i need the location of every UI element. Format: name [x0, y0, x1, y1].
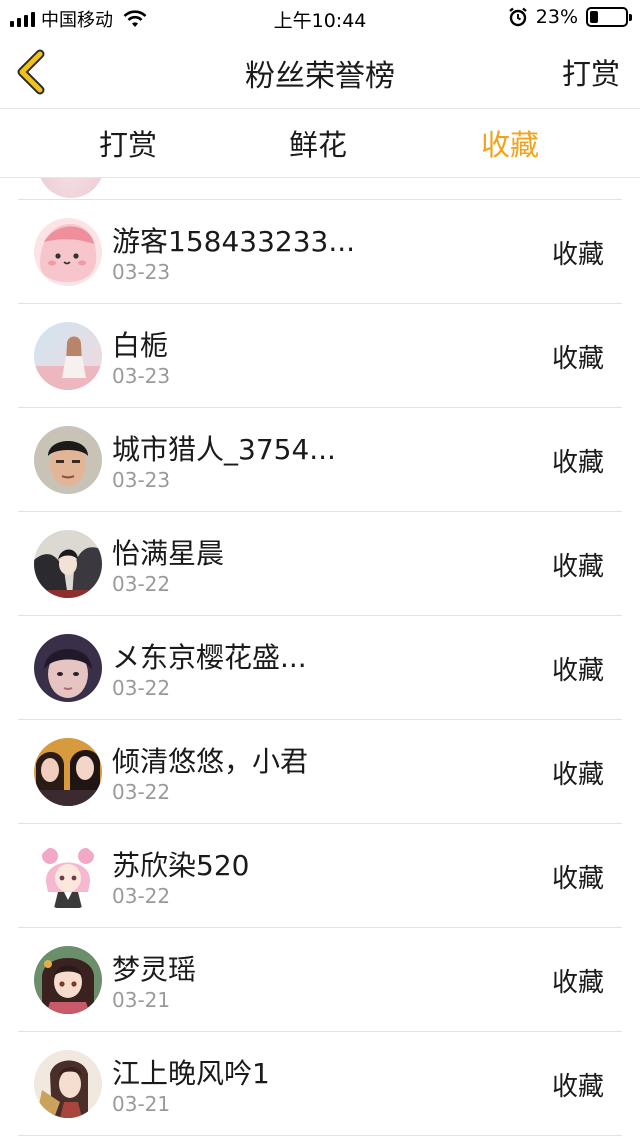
- fan-name: 苏欣染520: [112, 849, 250, 882]
- reward-button[interactable]: 打赏: [562, 51, 620, 93]
- list-item[interactable]: 苏欣染520 03-22 收藏: [18, 824, 622, 928]
- list-item[interactable]: 怡满星晨 03-22 收藏: [18, 512, 622, 616]
- status-right: 23%: [508, 6, 632, 28]
- avatar: [34, 426, 102, 494]
- tab-flowers[interactable]: 鲜花: [248, 122, 388, 164]
- fan-name: 倾清悠悠，小君: [112, 745, 309, 778]
- list-item[interactable]: 梦灵瑶 03-21 收藏: [18, 928, 622, 1032]
- app-screen: 中国移动 上午10:44 23% 粉丝荣誉榜 打赏 打赏 鲜花 收藏 游客158…: [0, 0, 640, 1139]
- alarm-icon: [508, 7, 527, 27]
- favorite-label: 收藏: [551, 448, 604, 478]
- status-bar: 中国移动 上午10:44 23%: [0, 0, 640, 36]
- fan-date: 03-22: [112, 780, 171, 804]
- favorite-label: 收藏: [551, 760, 604, 790]
- favorite-label: 收藏: [551, 344, 604, 374]
- avatar: [34, 1050, 102, 1118]
- anime-girl-avatar-icon: [34, 946, 102, 1014]
- favorite-label: 收藏: [551, 240, 604, 270]
- fan-list[interactable]: 游客158433233... 03-23 收藏 白栀 03-23 收藏 城市猎人…: [18, 178, 622, 1139]
- fan-name: 梦灵瑶: [112, 953, 197, 986]
- pink-cartoon-avatar-icon: [34, 218, 102, 286]
- favorite-label: 收藏: [551, 968, 604, 998]
- favorite-label: 收藏: [551, 864, 604, 894]
- list-item[interactable]: 江上晚风吟1 03-21 收藏: [18, 1032, 622, 1136]
- fan-date: 03-21: [112, 1092, 171, 1116]
- fan-date: 03-22: [112, 572, 171, 596]
- fan-date: 03-22: [112, 676, 171, 700]
- favorite-label: 收藏: [551, 552, 604, 582]
- fan-name: 怡满星晨: [112, 537, 225, 570]
- two-girls-avatar-icon: [34, 738, 102, 806]
- battery-icon: [586, 7, 632, 27]
- avatar: [34, 842, 102, 910]
- tab-favorites[interactable]: 收藏: [440, 122, 580, 164]
- anime-pink-hair-avatar-icon: [34, 842, 102, 910]
- avatar: [34, 218, 102, 286]
- fan-date: 03-21: [112, 988, 171, 1012]
- fan-date: 03-23: [112, 364, 171, 388]
- fan-name: 游客158433233...: [112, 225, 356, 258]
- tab-bar: 打赏 鲜花 收藏: [0, 108, 640, 178]
- avatar: [34, 738, 102, 806]
- tab-reward[interactable]: 打赏: [58, 122, 198, 164]
- anime-art-avatar-icon: [34, 530, 102, 598]
- battery-percent: 23%: [535, 6, 578, 28]
- battery-level-fill: [590, 11, 598, 23]
- girl-photo-avatar-icon: [34, 322, 102, 390]
- avatar: [34, 530, 102, 598]
- anime-guofeng-avatar-icon: [34, 1050, 102, 1118]
- page-title: 粉丝荣誉榜: [245, 59, 395, 94]
- fan-date: 03-23: [112, 468, 171, 492]
- fan-date: 03-22: [112, 884, 171, 908]
- fan-name: 城市猎人_3754...: [112, 433, 336, 466]
- avatar: [34, 946, 102, 1014]
- avatar: [34, 634, 102, 702]
- avatar: [34, 322, 102, 390]
- fan-name: 江上晚风吟1: [112, 1057, 270, 1090]
- favorite-label: 收藏: [551, 1072, 604, 1102]
- fan-name: 白栀: [112, 329, 169, 362]
- fan-name: メ东京樱花盛...: [112, 641, 307, 674]
- avatar: [38, 178, 104, 198]
- favorite-label: 收藏: [551, 656, 604, 686]
- list-item[interactable]: 白栀 03-23 收藏: [18, 304, 622, 408]
- girl-selfie-avatar-icon: [34, 634, 102, 702]
- list-item[interactable]: メ东京樱花盛... 03-22 收藏: [18, 616, 622, 720]
- boy-photo-avatar-icon: [34, 426, 102, 494]
- list-item-partial: [18, 178, 622, 200]
- list-item[interactable]: 城市猎人_3754... 03-23 收藏: [18, 408, 622, 512]
- list-item[interactable]: 倾清悠悠，小君 03-22 收藏: [18, 720, 622, 824]
- list-item[interactable]: 游客158433233... 03-23 收藏: [18, 200, 622, 304]
- nav-bar: 粉丝荣誉榜 打赏: [0, 36, 640, 108]
- fan-date: 03-23: [112, 260, 171, 284]
